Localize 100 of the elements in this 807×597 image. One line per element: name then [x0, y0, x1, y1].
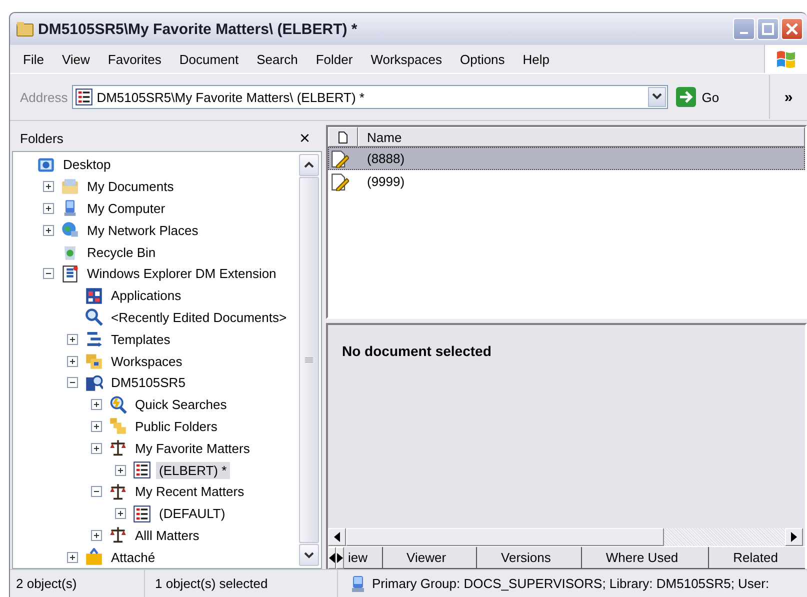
tree-item[interactable]: My Computer — [84, 200, 168, 217]
scrollbar[interactable] — [299, 154, 319, 566]
tree-item[interactable]: DM5105SR5 — [108, 374, 188, 392]
tree-item[interactable]: Quick Searches — [132, 396, 230, 414]
menu-item[interactable]: Folder — [306, 52, 362, 66]
expand-button[interactable] — [67, 334, 78, 345]
close-button[interactable]: × — [299, 128, 310, 148]
tree-item[interactable]: Windows Explorer DM Extension — [84, 265, 280, 282]
left-arrow-icon — [329, 553, 335, 563]
expand-button[interactable] — [91, 399, 102, 410]
column-header[interactable]: Name — [358, 127, 805, 147]
menu-item[interactable]: Search — [248, 52, 307, 66]
tree-item[interactable]: My Recent Matters — [132, 483, 248, 500]
grip-icon — [305, 357, 313, 363]
address-label: Address — [20, 90, 68, 104]
computer-icon — [350, 574, 366, 592]
minimize-icon — [740, 32, 748, 34]
expand-button[interactable] — [91, 442, 102, 454]
close-icon — [786, 23, 798, 35]
collapse-button[interactable] — [91, 486, 102, 498]
applications-icon — [85, 286, 103, 305]
tree-item[interactable]: Alll Matters — [132, 526, 202, 544]
templates-icon — [85, 330, 103, 348]
menu-item[interactable]: Help — [514, 52, 559, 66]
tab-scroll-right-button[interactable] — [336, 547, 344, 569]
menu-item[interactable]: Document — [170, 52, 248, 66]
flag-icon — [775, 48, 797, 70]
list-icon — [133, 461, 151, 480]
expand-button[interactable] — [43, 202, 54, 214]
tree-item[interactable]: My Network Places — [84, 222, 202, 239]
left-arrow-icon — [334, 532, 340, 542]
magnifier-icon — [109, 396, 127, 414]
preview-message: No document selected — [341, 342, 492, 361]
tab[interactable]: Versions — [477, 547, 582, 569]
collapse-button[interactable] — [43, 268, 54, 280]
tree-item[interactable]: (DEFAULT) — [156, 505, 228, 522]
maximize-icon — [762, 23, 774, 35]
panel-title: Folders — [20, 130, 64, 146]
caret-icon — [652, 93, 662, 101]
list-icon — [74, 88, 93, 106]
tree-item[interactable]: Applications — [108, 287, 184, 304]
list-row[interactable]: (8888) — [328, 147, 805, 170]
tree-item[interactable]: (ELBERT) * — [156, 462, 230, 479]
collapse-button[interactable] — [67, 377, 78, 388]
expand-button[interactable] — [67, 552, 78, 563]
tab[interactable]: Where Used — [582, 547, 710, 569]
expand-button[interactable] — [115, 508, 126, 520]
scales-icon — [109, 526, 127, 544]
menu-item[interactable]: Workspaces — [362, 52, 451, 66]
tree-item[interactable]: Public Folders — [132, 418, 220, 435]
search-icon — [85, 308, 103, 326]
status-text: Primary Group: DOCS_SUPERVISORS; Library: DM5105SR5; User: — [372, 576, 770, 591]
tab-scroll-left-button[interactable] — [328, 547, 336, 569]
desktop-icon — [37, 156, 55, 174]
maximize-button[interactable] — [757, 18, 779, 40]
scrollbar[interactable] — [328, 528, 803, 546]
dropdown-button[interactable] — [648, 87, 666, 107]
page-icon — [338, 130, 348, 144]
tab[interactable]: Related — [709, 547, 805, 569]
folder-icon — [61, 178, 79, 196]
more-button[interactable]: » — [769, 75, 807, 119]
right-arrow-icon — [791, 532, 797, 542]
close-button[interactable] — [781, 18, 803, 40]
expand-button[interactable] — [67, 356, 78, 367]
expand-button[interactable] — [43, 224, 54, 236]
globe-icon — [61, 221, 79, 240]
right-arrow-icon — [337, 553, 343, 563]
list-icon — [133, 504, 151, 523]
list-row[interactable]: (9999) — [328, 170, 805, 193]
scales-icon — [109, 439, 127, 458]
tree-item[interactable]: Desktop — [60, 156, 114, 174]
go-button[interactable]: Go — [672, 87, 724, 107]
window-title: DM5105SR5\My Favorite Matters\ (ELBERT) * — [38, 20, 358, 38]
expand-button[interactable] — [43, 181, 54, 192]
menu-item[interactable]: View — [52, 52, 99, 66]
briefcase-icon — [85, 548, 103, 566]
menu-item[interactable]: Options — [450, 52, 514, 66]
menu-item[interactable]: Favorites — [98, 52, 170, 66]
tab[interactable]: iew — [344, 547, 383, 569]
expand-button[interactable] — [91, 530, 102, 541]
tree-item[interactable]: Recycle Bin — [84, 244, 159, 261]
tree-item[interactable]: My Favorite Matters — [132, 440, 253, 457]
folder-icon — [16, 21, 34, 37]
tree-item[interactable]: Attaché — [108, 548, 158, 566]
tree-item[interactable]: Workspaces — [108, 352, 186, 370]
tree-item[interactable]: Templates — [108, 330, 174, 348]
menu-item[interactable]: File — [14, 52, 53, 66]
expand-button[interactable] — [115, 464, 126, 476]
folder-icon — [85, 352, 103, 370]
tree-item[interactable]: My Documents — [84, 178, 177, 196]
status-text: 1 object(s) selected — [145, 570, 338, 597]
tab[interactable]: Viewer — [382, 547, 478, 569]
library-icon — [85, 374, 103, 392]
tree-item[interactable]: <Recently Edited Documents> — [108, 308, 290, 326]
minimize-button[interactable] — [733, 18, 755, 40]
pencil-page-icon — [331, 150, 349, 168]
expand-button[interactable] — [91, 420, 102, 432]
folder-icon — [109, 417, 127, 436]
address-field[interactable]: DM5105SR5\My Favorite Matters\ (ELBERT) * — [72, 85, 668, 109]
column-header[interactable] — [328, 127, 358, 147]
